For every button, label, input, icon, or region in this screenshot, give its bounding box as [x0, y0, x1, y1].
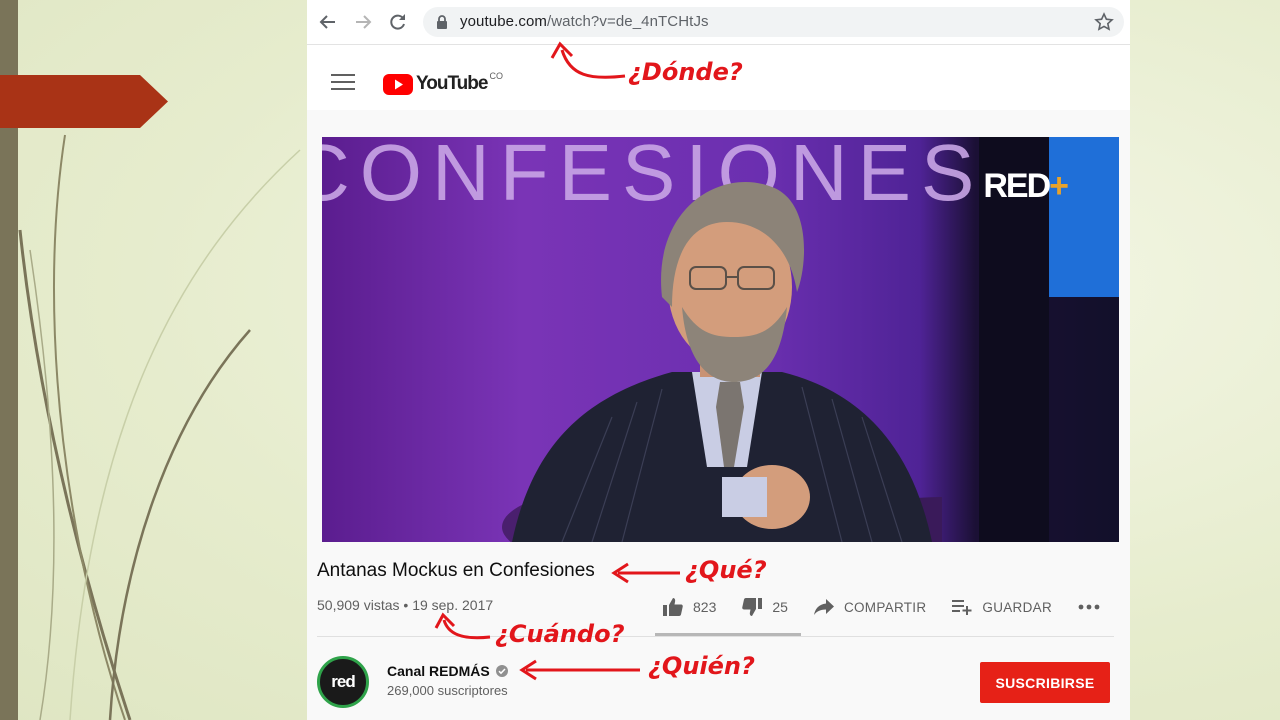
youtube-logo[interactable]: YouTube CO [383, 71, 503, 96]
dislike-button[interactable]: 25 [742, 598, 788, 616]
youtube-logo-text: YouTube [416, 73, 488, 94]
like-button[interactable]: 823 [663, 598, 716, 616]
video-person-figure [502, 181, 942, 542]
browser-window: youtube.com/watch?v=de_4nTCHtJs YouTube … [307, 0, 1130, 720]
video-bg-blue-panel [1049, 137, 1119, 297]
save-label: GUARDAR [982, 599, 1053, 615]
hamburger-icon[interactable] [331, 74, 355, 94]
subscriber-count: 269,000 suscriptores [387, 683, 508, 698]
subscribe-button[interactable]: SUSCRIBIRSE [980, 662, 1110, 703]
view-count: 50,909 vistas [317, 597, 400, 613]
video-actions: 823 25 COMPARTIR GUARDAR [663, 596, 1130, 618]
share-icon [813, 599, 834, 615]
reload-icon [390, 14, 405, 30]
like-count: 823 [693, 599, 717, 615]
forward-icon [356, 15, 372, 29]
video-meta: 50,909 vistas • 19 sep. 2017 [317, 597, 493, 613]
dislike-count: 25 [772, 599, 788, 615]
browser-toolbar: youtube.com/watch?v=de_4nTCHtJs [307, 0, 1130, 45]
forward-button[interactable] [352, 11, 374, 33]
publish-date: 19 sep. 2017 [412, 597, 494, 613]
address-bar[interactable]: youtube.com/watch?v=de_4nTCHtJs [423, 7, 1124, 37]
like-icon [663, 598, 683, 616]
annotation-what: ¿Qué? [685, 556, 767, 584]
playlist-add-icon [952, 600, 972, 615]
channel-avatar[interactable]: red [317, 656, 369, 708]
channel-avatar-text: red [331, 672, 355, 691]
video-channel-watermark: RED+ [983, 167, 1069, 206]
share-button[interactable]: COMPARTIR [813, 599, 927, 615]
video-title: Antanas Mockus en Confesiones [317, 560, 595, 581]
more-icon [1078, 604, 1100, 610]
youtube-play-icon [383, 73, 413, 95]
reload-button[interactable] [387, 11, 409, 33]
url-text: youtube.com/watch?v=de_4nTCHtJs [460, 13, 709, 30]
watermark-text: RED [983, 167, 1051, 205]
save-button[interactable]: GUARDAR [952, 599, 1052, 615]
channel-name-row[interactable]: Canal REDMÁS [387, 663, 508, 679]
more-button[interactable] [1078, 604, 1110, 610]
watermark-plus: + [1049, 167, 1069, 205]
section-divider [317, 636, 1114, 637]
annotation-when: ¿Cuándo? [495, 620, 625, 648]
verified-icon [495, 665, 508, 677]
dislike-icon [742, 598, 763, 616]
channel-name: Canal REDMÁS [387, 663, 490, 679]
url-path: /watch?v=de_4nTCHtJs [546, 13, 709, 30]
youtube-country-code: CO [489, 71, 503, 81]
lock-icon [437, 15, 447, 29]
back-button[interactable] [317, 11, 339, 33]
annotation-where: ¿Dónde? [628, 58, 743, 86]
video-player[interactable]: CONFESIONES RED+ [322, 137, 1119, 542]
slide-swoosh-decoration [18, 134, 301, 720]
star-icon[interactable] [1094, 12, 1114, 32]
annotation-who: ¿Quién? [648, 652, 755, 680]
meta-separator: • [403, 597, 409, 613]
url-domain: youtube.com [460, 13, 547, 30]
share-label: COMPARTIR [843, 599, 927, 615]
back-icon [319, 15, 335, 29]
